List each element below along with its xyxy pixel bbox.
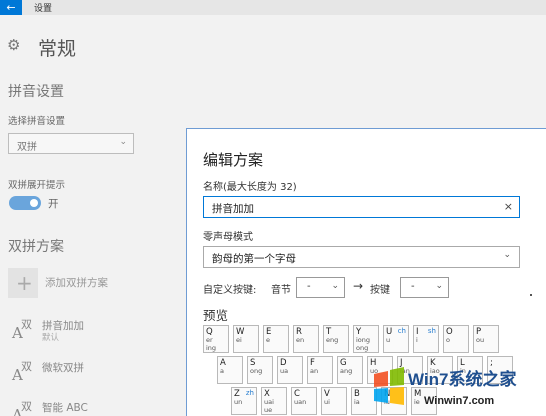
key-d: Dua xyxy=(277,356,303,384)
key-select[interactable]: - ⌄ xyxy=(400,277,449,298)
syllable-label: 音节 xyxy=(271,285,291,296)
title-bar: ← 设置 xyxy=(0,0,546,15)
key-w: Wei xyxy=(233,325,259,353)
key-a: Aa xyxy=(217,356,243,384)
key-final: un xyxy=(234,398,243,406)
key-t: Teng xyxy=(323,325,349,353)
key-initial: zh xyxy=(245,389,254,397)
toggle-state-label: 开 xyxy=(48,198,59,210)
key-final: o xyxy=(446,336,450,344)
key-g: Gang xyxy=(337,356,363,384)
back-arrow-icon: ← xyxy=(6,1,16,14)
zero-initial-label: 零声母模式 xyxy=(203,232,253,243)
expand-hint-toggle[interactable] xyxy=(9,196,41,210)
key-final: i xyxy=(416,336,418,344)
dialog-title: 编辑方案 xyxy=(203,151,264,169)
key-final: e xyxy=(266,336,270,344)
scheme-icon: A双 xyxy=(12,360,32,384)
expand-hint-label: 双拼展开提示 xyxy=(8,180,66,191)
key-final: eng xyxy=(326,336,339,344)
key-final: uai xyxy=(264,398,274,406)
plus-icon: + xyxy=(8,268,38,298)
key-s: Song xyxy=(247,356,273,384)
scheme-item[interactable]: A双 智能 ABC xyxy=(8,398,168,416)
watermark-logo: Win7系统之家 Winwin7.com xyxy=(374,367,516,407)
scheme-icon: A双 xyxy=(12,400,32,416)
scheme-item[interactable]: A双 微软双拼 xyxy=(8,358,168,388)
key-final: uan xyxy=(294,398,307,406)
key-v: Vui xyxy=(321,387,347,415)
svg-text:Winwin7.com: Winwin7.com xyxy=(424,395,494,407)
key-e: Ee xyxy=(263,325,289,353)
key-final: ong xyxy=(250,367,263,375)
key-q: Qer ing xyxy=(203,325,229,353)
key-final: ia xyxy=(354,398,360,406)
add-scheme-button[interactable]: + 添加双拼方案 xyxy=(8,268,168,298)
page-title: 常规 xyxy=(38,38,77,60)
key-z: Zzh un xyxy=(231,387,257,415)
pinyin-mode-select[interactable]: 双拼 ⌄ xyxy=(8,133,134,154)
scheme-item[interactable]: A双 拼音加加 默认 xyxy=(8,316,168,346)
key-c: Cuan xyxy=(291,387,317,415)
chevron-down-icon: ⌄ xyxy=(435,281,443,291)
preview-label: 预览 xyxy=(203,308,229,323)
zero-initial-value: 韵母的第一个字母 xyxy=(212,253,296,265)
scheme-name-input[interactable]: 拼音加加 × xyxy=(203,196,520,218)
toggle-knob xyxy=(30,199,38,207)
key-i: Ish i xyxy=(413,325,439,353)
key-o: Oo xyxy=(443,325,469,353)
scheme-name: 微软双拼 xyxy=(42,362,84,374)
key-final: a xyxy=(220,367,224,375)
key-label: 按键 xyxy=(370,285,390,296)
key-p: Pou xyxy=(473,325,499,353)
chevron-down-icon: ⌄ xyxy=(119,137,127,147)
key-value: - xyxy=(411,281,415,292)
clear-icon[interactable]: × xyxy=(504,200,513,213)
pinyin-mode-value: 双拼 xyxy=(17,142,37,153)
key-final: u xyxy=(386,336,391,344)
pinyin-settings-heading: 拼音设置 xyxy=(8,84,64,100)
zero-initial-select[interactable]: 韵母的第一个字母 ⌄ xyxy=(203,246,520,268)
key-final: ui xyxy=(324,398,330,406)
scheme-name-value: 拼音加加 xyxy=(212,203,254,215)
key-f: Fan xyxy=(307,356,333,384)
key-final: ei xyxy=(236,336,242,344)
key-r: Ren xyxy=(293,325,319,353)
key-u: Uch u xyxy=(383,325,409,353)
key-final: ua xyxy=(280,367,289,375)
app-title: 设置 xyxy=(34,4,53,14)
add-scheme-label: 添加双拼方案 xyxy=(45,277,108,289)
custom-key-label: 自定义按键: xyxy=(203,285,257,296)
chevron-down-icon: ⌄ xyxy=(503,250,511,260)
arrow-right-icon: → xyxy=(353,279,364,293)
key-final: ou xyxy=(476,336,485,344)
key-x: Xuai ue xyxy=(261,387,287,415)
key-final: er xyxy=(206,336,213,344)
scheme-default-tag: 默认 xyxy=(42,333,60,343)
key-final: ing xyxy=(206,344,217,352)
key-initial: ch xyxy=(397,327,406,335)
key-final: ong xyxy=(356,344,369,352)
select-pinyin-label: 选择拼音设置 xyxy=(8,116,66,127)
custom-key-row: 自定义按键: 音节 - ⌄ → 按键 - ⌄ xyxy=(203,277,523,299)
key-final: an xyxy=(310,367,319,375)
svg-text:Win7系统之家: Win7系统之家 xyxy=(408,369,516,389)
scheme-icon: A双 xyxy=(12,318,32,342)
name-field-label: 名称(最大长度为 32) xyxy=(203,182,297,193)
key-final: ue xyxy=(264,406,273,414)
key-initial: sh xyxy=(427,327,436,335)
key-final: en xyxy=(296,336,305,344)
key-final: iong xyxy=(356,336,371,344)
key-final: ang xyxy=(340,367,353,375)
scheme-name: 智能 ABC xyxy=(42,402,88,414)
back-button[interactable]: ← xyxy=(0,0,22,15)
decorative-dot xyxy=(530,294,532,296)
syllable-select[interactable]: - ⌄ xyxy=(296,277,345,298)
shuangpin-heading: 双拼方案 xyxy=(8,239,64,255)
key-y: Yiong ong xyxy=(353,325,379,353)
syllable-value: - xyxy=(307,281,311,292)
gear-icon: ⚙ xyxy=(7,36,21,54)
chevron-down-icon: ⌄ xyxy=(331,281,339,291)
windows-flag-icon xyxy=(374,367,404,405)
